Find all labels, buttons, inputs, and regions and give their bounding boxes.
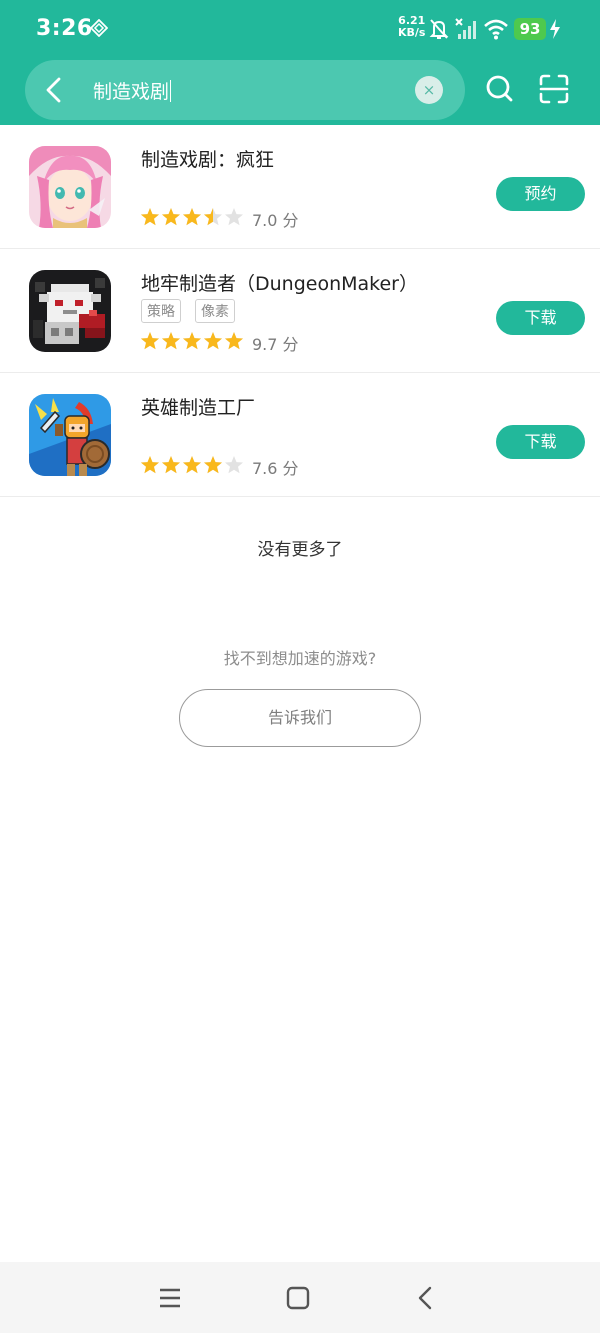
score: 9.7 分 (252, 335, 299, 354)
search-query: 制造戏剧 (93, 81, 170, 103)
net-speed-unit: KB/s (398, 26, 426, 39)
star-filled-icon (161, 208, 181, 226)
star-empty-icon (224, 456, 244, 474)
tag-strategy[interactable]: 策略 (141, 299, 181, 323)
scan-icon[interactable] (537, 72, 571, 106)
star-filled-icon (182, 456, 202, 474)
system-nav-bar (0, 1262, 600, 1333)
back-icon[interactable] (39, 74, 71, 106)
search-icon[interactable] (483, 72, 517, 106)
tag-list: 策略 像素 (141, 299, 249, 323)
search-bar[interactable]: 制造戏剧 × (25, 60, 465, 120)
tag-pixel[interactable]: 像素 (195, 299, 235, 323)
score: 7.0 分 (252, 211, 299, 230)
net-speed: 6.21 KB/s (398, 15, 425, 39)
header: 3:26 6.21 KB/s 93 制造戏剧 × (0, 0, 600, 125)
download-button[interactable]: 下载 (496, 301, 585, 335)
search-input[interactable]: 制造戏剧 (93, 77, 172, 104)
clear-button[interactable]: × (415, 76, 443, 104)
list-item[interactable]: 制造戏剧：疯狂 7.0 分 预约 (0, 125, 600, 249)
star-rating (141, 208, 244, 226)
status-bar: 3:26 6.21 KB/s 93 (0, 0, 600, 58)
star-rating (141, 332, 244, 350)
wifi-icon (484, 19, 508, 40)
game-icon-anime-girl[interactable] (29, 146, 111, 228)
signal-off-icon (455, 18, 476, 39)
home-icon[interactable] (284, 1284, 312, 1312)
star-filled-icon (224, 332, 244, 350)
menu-icon[interactable] (156, 1284, 184, 1312)
reserve-button[interactable]: 预约 (496, 177, 585, 211)
results-list: 制造戏剧：疯狂 7.0 分 预约 地牢制造者（DungeonMaker） 策略 … (0, 125, 600, 497)
game-title[interactable]: 制造戏剧：疯狂 (141, 145, 274, 172)
download-button[interactable]: 下载 (496, 425, 585, 459)
bell-off-icon (429, 19, 449, 39)
screen: 3:26 6.21 KB/s 93 制造戏剧 × 制造戏剧：疯狂 7.0 分 预… (0, 0, 600, 1333)
list-item[interactable]: 英雄制造工厂 7.6 分 下载 (0, 373, 600, 497)
text-caret (170, 80, 172, 102)
nav-back-icon[interactable] (412, 1284, 440, 1312)
star-filled-icon (203, 456, 223, 474)
diamond-icon (90, 19, 108, 37)
star-rating (141, 456, 244, 474)
star-filled-icon (161, 456, 181, 474)
star-filled-icon (141, 208, 160, 226)
no-more-text: 没有更多了 (257, 540, 343, 560)
star-empty-icon (224, 208, 244, 226)
score: 7.6 分 (252, 459, 299, 478)
game-title[interactable]: 英雄制造工厂 (141, 393, 255, 420)
status-time: 3:26 (36, 16, 93, 41)
not-found-prompt: 找不到想加速的游戏? (223, 649, 377, 668)
star-filled-icon (141, 332, 160, 350)
charging-icon (550, 19, 560, 39)
star-filled-icon (141, 456, 160, 474)
star-filled-icon (161, 332, 181, 350)
star-filled-icon (182, 332, 202, 350)
tell-us-button[interactable]: 告诉我们 (179, 689, 421, 747)
list-item[interactable]: 地牢制造者（DungeonMaker） 策略 像素 9.7 分 下载 (0, 249, 600, 373)
star-filled-icon (203, 332, 223, 350)
game-title[interactable]: 地牢制造者（DungeonMaker） (141, 269, 418, 296)
battery-icon: 93 (514, 18, 546, 40)
star-filled-icon (182, 208, 202, 226)
game-icon-spartan-hero[interactable] (29, 394, 111, 476)
game-icon-pixel-knight[interactable] (29, 270, 111, 352)
